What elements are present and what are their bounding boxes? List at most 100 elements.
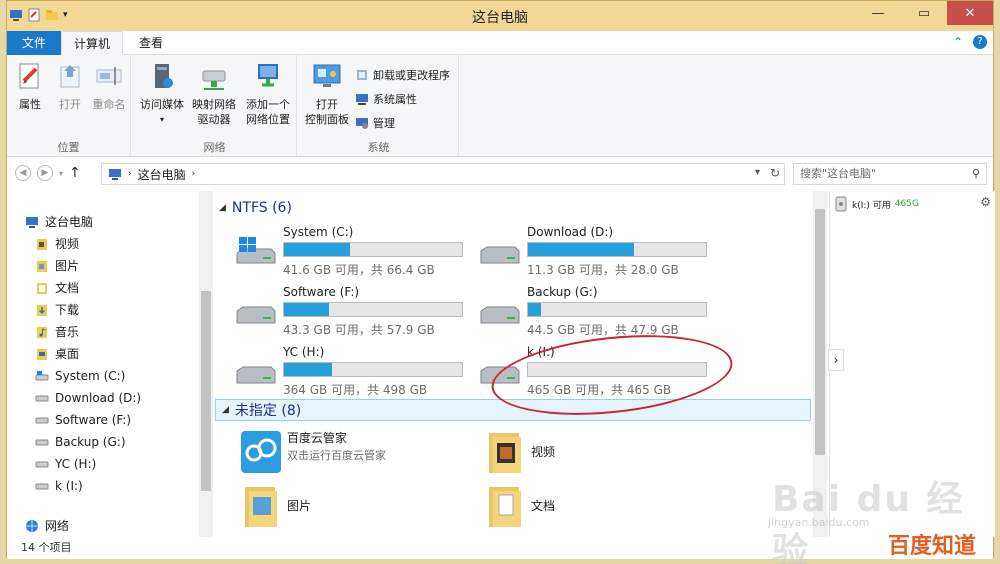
manage-button[interactable]: 管理 (355, 115, 395, 131)
nav-item-yc-h[interactable]: YC (H:) (35, 453, 96, 475)
system-group-name: 系统 (367, 141, 390, 154)
nav-item-desktop[interactable]: 桌面 (35, 343, 79, 365)
expand-pane-button[interactable]: › (828, 349, 844, 371)
drive-usage-bar (283, 362, 463, 377)
ribbon: 属性 打开 重命名 位置 访问媒体 ▾ 映射网络 驱动器 添加一个 网络位置 网… (7, 55, 993, 157)
manage-label: 管理 (373, 117, 395, 130)
drive-yc-h[interactable]: YC (H:) 364 GB 可用，共 498 GB (233, 345, 473, 401)
uninstall-program-button[interactable]: 卸载或更改程序 (355, 67, 450, 83)
system-properties-label: 系统属性 (373, 93, 417, 106)
videos-folder-icon (489, 433, 521, 473)
access-media-label: 访问媒体 (140, 98, 184, 111)
scrollbar-thumb[interactable] (201, 291, 211, 491)
search-input[interactable]: 搜索"这台电脑" ⚲ (793, 163, 987, 185)
breadcrumb-this-pc[interactable]: 这台电脑 (138, 166, 186, 183)
gear-icon[interactable]: ⚙ (980, 195, 991, 209)
nav-pane-scrollbar[interactable] (199, 191, 213, 537)
properties-button[interactable]: 属性 (13, 61, 47, 112)
item-name: 百度云管家 (287, 431, 348, 445)
item-videos[interactable]: 视频 (479, 427, 719, 477)
drive-icon (35, 461, 49, 468)
system-properties-button[interactable]: 系统属性 (355, 91, 417, 107)
title-bar: ▾ 这台电脑 — ▭ ✕ (7, 1, 993, 31)
tab-view[interactable]: 查看 (127, 31, 175, 55)
minimize-button[interactable]: — (855, 1, 901, 25)
nav-item-music[interactable]: 音乐 (35, 321, 79, 343)
close-button[interactable]: ✕ (947, 1, 993, 25)
control-panel-icon (313, 64, 341, 87)
navigation-pane: 这台电脑 视频 图片 文档 下载 音乐 桌面 System (C:) Downl… (7, 191, 213, 537)
nav-item-backup-g[interactable]: Backup (G:) (35, 431, 126, 453)
pictures-folder-icon (37, 261, 47, 272)
drive-software-f[interactable]: Software (F:) 43.3 GB 可用，共 57.9 GB (233, 285, 473, 341)
add-network-location-button[interactable]: 添加一个 网络位置 (241, 61, 295, 127)
nav-label: Backup (G:) (55, 435, 126, 449)
system-drive-icon (35, 371, 49, 381)
map-drive-label-1: 映射网络 (192, 98, 236, 111)
rename-button[interactable]: 重命名 (89, 61, 129, 112)
drive-name: System (C:) (283, 225, 354, 239)
tab-file[interactable]: 文件 (7, 31, 61, 55)
drive-icon (480, 246, 520, 264)
nav-label: 网络 (45, 519, 70, 533)
nav-item-download-d[interactable]: Download (D:) (35, 387, 141, 409)
open-label: 打开 (59, 98, 81, 111)
recent-locations-icon[interactable]: ▾ (59, 169, 63, 178)
nav-item-documents[interactable]: 文档 (35, 277, 79, 299)
drive-icon (35, 395, 49, 402)
item-documents[interactable]: 文档 (479, 481, 719, 531)
address-dropdown-icon[interactable]: ▾ (755, 167, 760, 178)
nav-item-videos[interactable]: 视频 (35, 233, 79, 255)
desktop-folder-icon (37, 349, 47, 360)
access-media-button[interactable]: 访问媒体 ▾ (137, 61, 187, 127)
maximize-button[interactable]: ▭ (901, 1, 947, 25)
nav-label: Software (F:) (55, 413, 132, 427)
drive-backup-g[interactable]: Backup (G:) 44.5 GB 可用，共 47.9 GB (477, 285, 717, 341)
section-ntfs[interactable]: ◢ NTFS (6) (219, 197, 292, 219)
documents-folder-icon (489, 487, 521, 527)
network-icon (26, 520, 38, 532)
pictures-folder-icon (245, 487, 277, 527)
scrollbar-thumb[interactable] (815, 209, 825, 455)
address-bar[interactable]: › 这台电脑 › ▾ ↻ (101, 163, 785, 185)
uninstall-icon (357, 70, 367, 80)
help-icon[interactable]: ? (973, 35, 987, 49)
nav-item-system-c[interactable]: System (C:) (35, 365, 125, 387)
nav-label: 这台电脑 (45, 215, 94, 229)
baidu-cloud-icon (241, 431, 281, 473)
nav-label: YC (H:) (55, 457, 97, 471)
tab-computer[interactable]: 计算机 (61, 31, 124, 55)
drive-name: Software (F:) (283, 285, 360, 299)
refresh-icon[interactable]: ↻ (770, 166, 780, 180)
collapse-arrow-icon[interactable]: ◢ (219, 203, 226, 213)
nav-item-software-f[interactable]: Software (F:) (35, 409, 131, 431)
downloads-folder-icon (37, 305, 47, 316)
nav-item-downloads[interactable]: 下载 (35, 299, 79, 321)
drive-download-d[interactable]: Download (D:) 11.3 GB 可用，共 28.0 GB (477, 225, 717, 281)
forward-button[interactable]: ▶ (37, 165, 53, 181)
nav-item-k-i[interactable]: k (I:) (35, 475, 83, 497)
content-scrollbar[interactable] (813, 191, 827, 537)
collapse-ribbon-icon[interactable]: ⌃ (953, 35, 963, 49)
breadcrumb-separator-icon[interactable]: › (192, 169, 196, 179)
drive-system-c[interactable]: System (C:) 41.6 GB 可用，共 66.4 GB (233, 225, 473, 281)
map-network-drive-button[interactable]: 映射网络 驱动器 (189, 61, 239, 127)
item-description: 双击运行百度云管家 (287, 449, 386, 462)
drive-info: 43.3 GB 可用，共 57.9 GB (283, 323, 435, 337)
collapse-arrow-icon[interactable]: ◢ (222, 405, 229, 415)
nav-label: 下载 (55, 303, 80, 317)
nav-item-network[interactable]: 网络 (25, 515, 69, 537)
item-baidu-cloud[interactable]: 百度云管家 双击运行百度云管家 (235, 427, 475, 477)
nav-label: 音乐 (55, 325, 80, 339)
details-pane: k(I:) 可用 465G ⚙ › (828, 191, 995, 537)
add-location-label-2: 网络位置 (246, 113, 290, 126)
up-button[interactable]: ↑ (69, 165, 81, 181)
item-pictures[interactable]: 图片 (235, 481, 475, 531)
nav-item-this-pc[interactable]: 这台电脑 (25, 211, 93, 233)
nav-item-pictures[interactable]: 图片 (35, 255, 79, 277)
back-button[interactable]: ◀ (15, 165, 31, 181)
open-control-panel-button[interactable]: 打开 控制面板 (303, 61, 351, 127)
open-button[interactable]: 打开 (53, 61, 87, 112)
search-icon[interactable]: ⚲ (972, 164, 980, 184)
breadcrumb-separator-icon[interactable]: › (128, 169, 132, 179)
